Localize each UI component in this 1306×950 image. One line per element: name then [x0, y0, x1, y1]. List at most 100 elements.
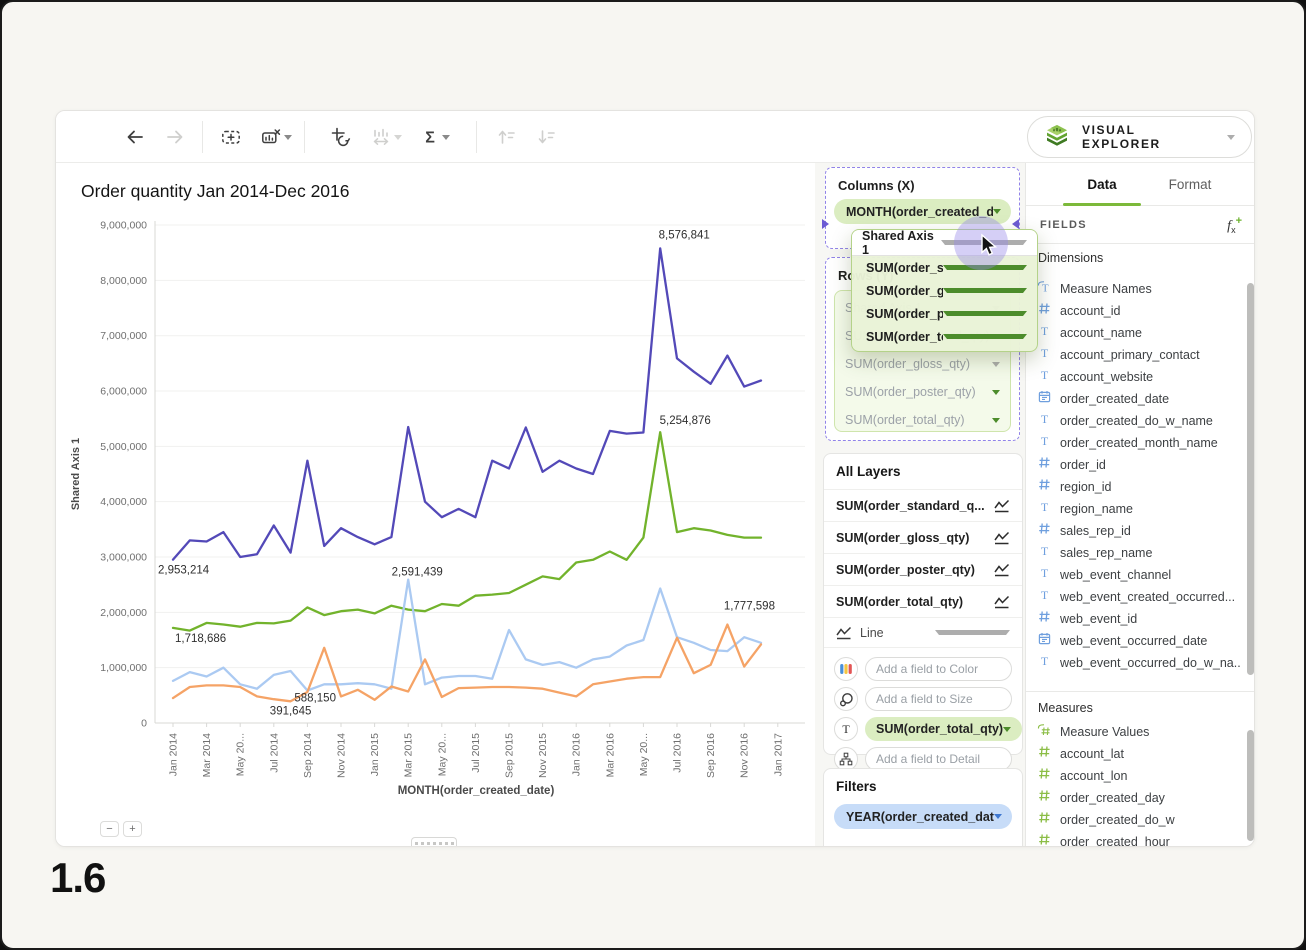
y-tick-label: 1,000,000: [100, 662, 147, 674]
add-card-button[interactable]: [218, 124, 244, 150]
field-item-order-created-day[interactable]: order_created_day: [1036, 787, 1241, 809]
field-item-web-event-channel[interactable]: T web_event_channel: [1036, 564, 1241, 586]
field-item-account-website[interactable]: T account_website: [1036, 366, 1241, 388]
sort-descending-button[interactable]: [534, 124, 560, 150]
number-icon: [1036, 302, 1053, 320]
fields-sidebar: Data Format FIELDS fx+ Dimensions T Meas…: [1025, 163, 1255, 847]
drag-card-item-sum-order-gloss-qty-[interactable]: SUM(order_gloss_qty): [852, 279, 1037, 302]
line-chart-icon: [994, 531, 1010, 545]
toolbar-group-3: Σ: [328, 111, 452, 163]
sort-ascending-button[interactable]: [494, 124, 520, 150]
rows-item-sum-order-gloss-qty-[interactable]: SUM(order_gloss_qty): [845, 353, 1000, 375]
field-item-region-name[interactable]: T region_name: [1036, 498, 1241, 520]
x-tick-label: Jul 2016: [672, 733, 684, 773]
y-tick-label: 0: [141, 718, 147, 730]
y-tick-label: 5,000,000: [100, 441, 147, 453]
number-icon: [1036, 811, 1053, 829]
field-item-web-event-created-occurred-[interactable]: T web_event_created_occurred...: [1036, 586, 1241, 608]
panel-resize-handle[interactable]: [411, 837, 457, 847]
y-tick-label: 3,000,000: [100, 552, 147, 564]
bar-size-button[interactable]: [368, 124, 404, 150]
chevron-down-icon: [1227, 135, 1235, 140]
measure-names-icon: T: [1036, 280, 1053, 298]
visual-explorer-menu-button[interactable]: VISUAL EXPLORER: [1027, 116, 1252, 158]
filter-pill-year-order-created-date[interactable]: YEAR(order_created_date): [834, 804, 1012, 829]
field-item-order-created-do-w[interactable]: order_created_do_w: [1036, 809, 1241, 831]
data-label: 8,576,841: [659, 229, 710, 241]
field-item-sales-rep-id[interactable]: sales_rep_id: [1036, 520, 1241, 542]
field-item-order-created-do-w-name[interactable]: T order_created_do_w_name: [1036, 410, 1241, 432]
swap-axes-button[interactable]: [328, 124, 354, 150]
tab-format[interactable]: Format: [1155, 163, 1225, 206]
mark-type-dropdown[interactable]: Line: [824, 618, 1022, 648]
drag-card-item-sum-order-standard-qty-[interactable]: SUM(order_standard_qty): [852, 256, 1037, 279]
field-item-order-created-date[interactable]: order_created_date: [1036, 388, 1241, 410]
number-icon: [1036, 789, 1053, 807]
drop-indicator-right: [1012, 219, 1019, 229]
field-item-order-created-month-name[interactable]: T order_created_month_name: [1036, 432, 1241, 454]
chevron-down-icon: [992, 418, 1000, 423]
field-item-measure-values[interactable]: Measure Values: [1036, 721, 1241, 743]
field-item-account-lat[interactable]: account_lat: [1036, 743, 1241, 765]
sigma-button[interactable]: Σ: [418, 124, 452, 150]
rows-item-sum-order-poster-qty-[interactable]: SUM(order_poster_qty): [845, 381, 1000, 403]
field-item-web-event-occurred-date[interactable]: web_event_occurred_date: [1036, 630, 1241, 652]
data-label: 1,777,598: [724, 601, 775, 613]
field-item-order-created-hour[interactable]: order_created_hour: [1036, 831, 1241, 847]
mouse-cursor-icon: [976, 233, 1000, 264]
measures-scrollbar[interactable]: [1247, 730, 1254, 841]
layer-row-sum-order-gloss-qty-[interactable]: SUM(order_gloss_qty): [824, 522, 1022, 554]
columns-shelf-title: Columns (X): [826, 168, 1019, 199]
text-icon: T: [1036, 412, 1053, 430]
remove-chart-button[interactable]: [258, 124, 294, 150]
svg-text:Σ: Σ: [425, 130, 435, 147]
layer-row-sum-order-standard-q-[interactable]: SUM(order_standard_q...: [824, 490, 1022, 522]
sigma-icon: Σ: [420, 126, 440, 148]
well-placeholder[interactable]: Add a field to Color: [865, 657, 1012, 681]
back-arrow-button[interactable]: [122, 124, 148, 150]
drag-card-item-sum-order-poster-qty-[interactable]: SUM(order_poster_qty): [852, 302, 1037, 325]
field-item-account-id[interactable]: account_id: [1036, 300, 1241, 322]
chevron-down-icon: [1003, 727, 1011, 732]
data-label: 2,591,439: [392, 567, 443, 579]
well-pill-sum-order-total-qty-[interactable]: SUM(order_total_qty): [865, 717, 1022, 741]
filters-panel: Filters YEAR(order_created_date): [823, 768, 1023, 847]
field-item-web-event-id[interactable]: web_event_id: [1036, 608, 1241, 630]
data-label: 2,953,214: [158, 565, 210, 577]
shared-axis-header[interactable]: Shared Axis 1: [852, 230, 1037, 256]
field-item-sales-rep-name[interactable]: T sales_rep_name: [1036, 542, 1241, 564]
chevron-down-icon: [943, 311, 1028, 316]
text-icon: T: [1036, 500, 1053, 518]
tab-data[interactable]: Data: [1072, 163, 1132, 206]
svg-text:T: T: [1041, 566, 1049, 579]
zoom-out-button[interactable]: −: [100, 821, 119, 837]
well-placeholder[interactable]: Add a field to Size: [865, 687, 1012, 711]
dimensions-scrollbar[interactable]: [1247, 283, 1254, 675]
number-icon: [1036, 745, 1053, 763]
rows-item-sum-order-total-qty-[interactable]: SUM(order_total_qty): [845, 409, 1000, 431]
line-chart-icon: [836, 626, 852, 640]
x-tick-label: May 20...: [235, 733, 247, 776]
zoom-in-button[interactable]: +: [123, 821, 142, 837]
y-tick-label: 9,000,000: [100, 220, 147, 232]
add-calculated-field-button[interactable]: fx+: [1227, 215, 1242, 235]
field-item-region-id[interactable]: region_id: [1036, 476, 1241, 498]
field-item-order-id[interactable]: order_id: [1036, 454, 1241, 476]
number-icon: [1036, 833, 1053, 847]
text-icon: T: [1036, 346, 1053, 364]
field-item-measure-names[interactable]: T Measure Names: [1036, 278, 1241, 300]
field-item-account-name[interactable]: T account_name: [1036, 322, 1241, 344]
field-item-account-lon[interactable]: account_lon: [1036, 765, 1241, 787]
layer-row-sum-order-total-qty-[interactable]: SUM(order_total_qty): [824, 586, 1022, 618]
layer-row-sum-order-poster-qty-[interactable]: SUM(order_poster_qty): [824, 554, 1022, 586]
chevron-down-icon: [992, 390, 1000, 395]
drag-card-item-sum-order-total-qty-[interactable]: SUM(order_total_qty): [852, 325, 1037, 348]
x-tick-label: Nov 2015: [537, 733, 549, 778]
forward-arrow-button[interactable]: [162, 124, 188, 150]
shared-axis-drag-card[interactable]: Shared Axis 1 SUM(order_standard_qty)SUM…: [851, 229, 1038, 352]
field-item-account-primary-contact[interactable]: T account_primary_contact: [1036, 344, 1241, 366]
chevron-down-icon: [284, 135, 292, 140]
field-item-web-event-occurred-do-w-na-[interactable]: T web_event_occurred_do_w_na...: [1036, 652, 1241, 674]
number-icon: [1036, 456, 1053, 474]
remove-chart-icon: [260, 126, 282, 148]
